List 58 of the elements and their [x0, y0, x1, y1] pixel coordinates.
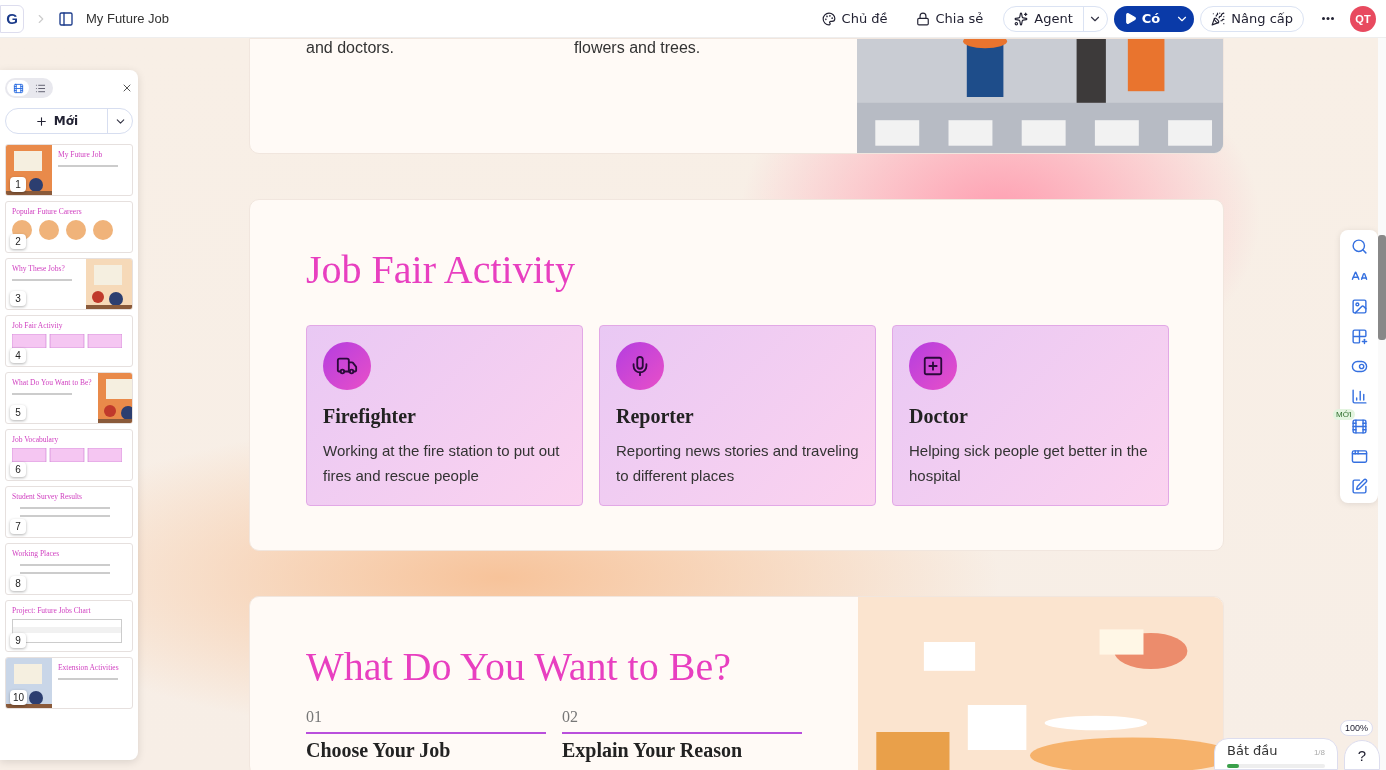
document-title: My Future Job — [86, 11, 170, 26]
job-description: Working at the fire station to put out fires and rescue people — [323, 441, 561, 486]
list-icon — [34, 82, 46, 94]
job-title: Firefighter — [323, 405, 417, 428]
image-icon[interactable] — [1350, 298, 1368, 315]
step-number: 01 — [306, 708, 546, 734]
scrollbar-thumb[interactable] — [1378, 235, 1386, 340]
slide-title: Job Fair Activity — [306, 246, 576, 293]
sparkles-icon — [1014, 11, 1029, 26]
card-view-button[interactable] — [7, 80, 29, 96]
slide-number: 4 — [10, 348, 26, 363]
edit-icon[interactable] — [1350, 478, 1368, 495]
job-title: Reporter — [616, 405, 695, 428]
window-icon[interactable] — [1350, 448, 1368, 465]
palette-icon — [821, 11, 836, 26]
search-icon[interactable] — [1350, 238, 1368, 255]
film-icon[interactable] — [1350, 418, 1368, 435]
slide-number: 2 — [10, 234, 26, 249]
job-description: Helping sick people get better in the hospital — [909, 441, 1149, 486]
document-icon — [58, 10, 74, 27]
step-number: 02 — [562, 708, 802, 734]
more-icon[interactable] — [1322, 17, 1334, 20]
share-button[interactable]: Chia sẻ — [901, 11, 998, 26]
app-logo[interactable]: G — [0, 4, 24, 33]
step-title: Choose Your Job — [306, 739, 452, 762]
slide-number: 6 — [10, 462, 26, 477]
checklist-button[interactable]: Bắt đầu 1/8 — [1214, 738, 1338, 770]
slide-number: 8 — [10, 576, 26, 591]
plus-icon — [34, 114, 48, 128]
slide-number: 9 — [10, 633, 26, 648]
film-icon — [12, 82, 24, 94]
zoom-level[interactable]: 100% — [1340, 720, 1374, 736]
lock-icon — [915, 11, 930, 26]
truck-icon — [336, 355, 358, 377]
chart-icon[interactable] — [1350, 388, 1368, 405]
add-block-icon[interactable] — [1350, 328, 1368, 345]
present-button[interactable]: Có — [1113, 6, 1171, 31]
user-avatar[interactable]: QT — [1350, 5, 1376, 32]
slide-title: What Do You Want to Be? — [306, 643, 732, 690]
play-icon — [1123, 12, 1137, 25]
slide-number: 10 — [10, 690, 28, 705]
slide-number: 7 — [10, 519, 26, 534]
new-badge: MỚI — [1333, 409, 1355, 420]
close-icon[interactable] — [121, 82, 133, 94]
slide-number: 5 — [10, 405, 26, 420]
slide-number: 1 — [10, 177, 26, 192]
slide-text: flowers and trees. — [574, 39, 702, 57]
medical-cross-icon — [922, 355, 944, 377]
theme-button[interactable]: Chủ đề — [807, 11, 902, 26]
help-button[interactable]: ? — [1344, 740, 1380, 770]
slide-text: and doctors. — [306, 39, 396, 57]
toggle-icon[interactable] — [1350, 358, 1368, 375]
step-title: Explain Your Reason — [562, 739, 744, 762]
agent-button[interactable]: Agent — [1004, 6, 1083, 31]
job-title: Doctor — [909, 405, 969, 428]
party-popper-icon — [1211, 11, 1226, 26]
slide-number: 3 — [10, 291, 26, 306]
job-description: Reporting news stories and traveling to different places — [616, 441, 859, 486]
